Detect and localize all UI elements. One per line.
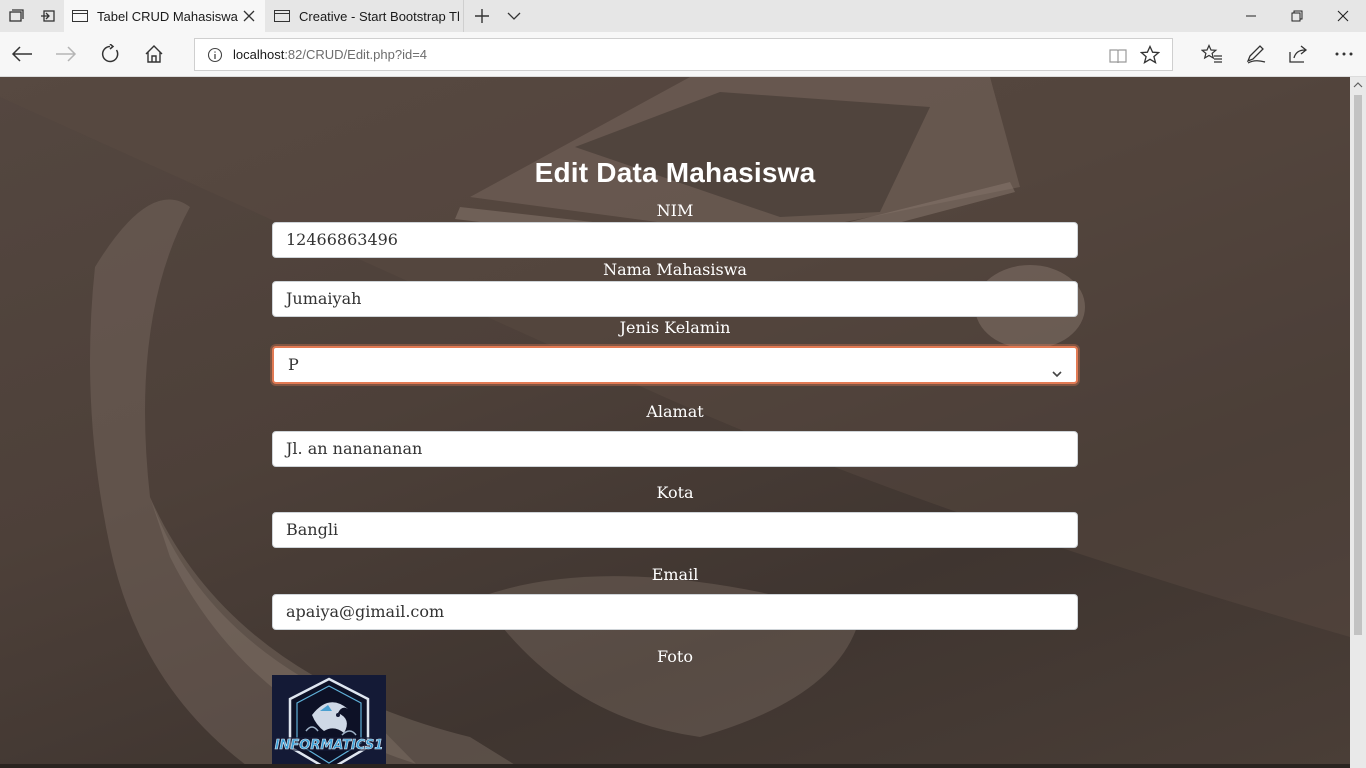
informatics-logo-image: INFORMATICS1	[272, 675, 386, 768]
url-path: :82/CRUD/Edit.php?id=4	[284, 47, 428, 62]
address-bar[interactable]: localhost:82/CRUD/Edit.php?id=4	[194, 38, 1173, 71]
restore-icon[interactable]	[1274, 0, 1320, 32]
jenis-kelamin-select[interactable]: P	[272, 346, 1078, 384]
tab-tabel-crud[interactable]: Tabel CRUD Mahasiswa	[64, 0, 265, 32]
page-viewport: Edit Data Mahasiswa NIM 12466863496 Nama…	[0, 77, 1350, 768]
page-icon	[72, 10, 88, 22]
svg-text:INFORMATICS1: INFORMATICS1	[275, 738, 384, 753]
forward-icon[interactable]	[48, 36, 84, 72]
info-icon[interactable]	[207, 47, 223, 63]
url-host: localhost	[233, 47, 285, 62]
kota-label: Kota	[656, 483, 694, 502]
reading-view-icon[interactable]	[1108, 46, 1128, 66]
more-icon[interactable]	[1326, 36, 1362, 72]
email-input[interactable]: apaiya@gimail.com	[272, 594, 1078, 630]
tab-list-chevron-icon[interactable]	[498, 0, 530, 32]
page-bottom-edge	[0, 764, 1350, 768]
navigation-bar: localhost:82/CRUD/Edit.php?id=4	[0, 32, 1366, 77]
share-icon[interactable]	[1281, 36, 1317, 72]
foto-label: Foto	[657, 647, 693, 666]
student-photo: INFORMATICS1	[272, 675, 386, 768]
tab-title: Tabel CRUD Mahasiswa	[97, 8, 238, 24]
url-text: localhost:82/CRUD/Edit.php?id=4	[233, 47, 427, 62]
close-window-icon[interactable]	[1320, 0, 1366, 32]
nama-label: Nama Mahasiswa	[603, 260, 747, 279]
home-icon[interactable]	[136, 36, 172, 72]
back-icon[interactable]	[4, 36, 40, 72]
tab-title: Creative - Start Bootstrap Tl	[299, 8, 459, 24]
scroll-up-icon[interactable]	[1353, 80, 1363, 90]
tab-creative[interactable]: Creative - Start Bootstrap Tl	[266, 0, 464, 32]
refresh-icon[interactable]	[92, 36, 128, 72]
nim-label: NIM	[656, 201, 694, 220]
chevron-down-icon	[1050, 359, 1064, 378]
new-tab-icon[interactable]	[466, 0, 498, 32]
tab-preview-icon[interactable]	[0, 0, 32, 32]
page-icon	[274, 10, 290, 22]
jenis-kelamin-label: Jenis Kelamin	[619, 318, 731, 337]
alamat-input[interactable]: Jl. an nanananan	[272, 431, 1078, 467]
scrollbar-thumb[interactable]	[1354, 95, 1362, 635]
page-scrollbar[interactable]	[1350, 77, 1366, 768]
web-note-icon[interactable]	[1238, 36, 1274, 72]
email-label: Email	[651, 565, 699, 584]
nim-input[interactable]: 12466863496	[272, 222, 1078, 258]
jenis-kelamin-value: P	[288, 355, 299, 374]
minimize-icon[interactable]	[1228, 0, 1274, 32]
favorites-hub-icon[interactable]	[1194, 36, 1230, 72]
alamat-label: Alamat	[646, 402, 704, 421]
set-aside-tabs-icon[interactable]	[32, 0, 64, 32]
nama-input[interactable]: Jumaiyah	[272, 281, 1078, 317]
kota-input[interactable]: Bangli	[272, 512, 1078, 548]
tab-bar: Tabel CRUD Mahasiswa Creative - Start Bo…	[0, 0, 1366, 32]
close-icon[interactable]	[241, 8, 257, 24]
page-title: Edit Data Mahasiswa	[534, 157, 816, 188]
favorite-star-icon[interactable]	[1139, 44, 1161, 65]
